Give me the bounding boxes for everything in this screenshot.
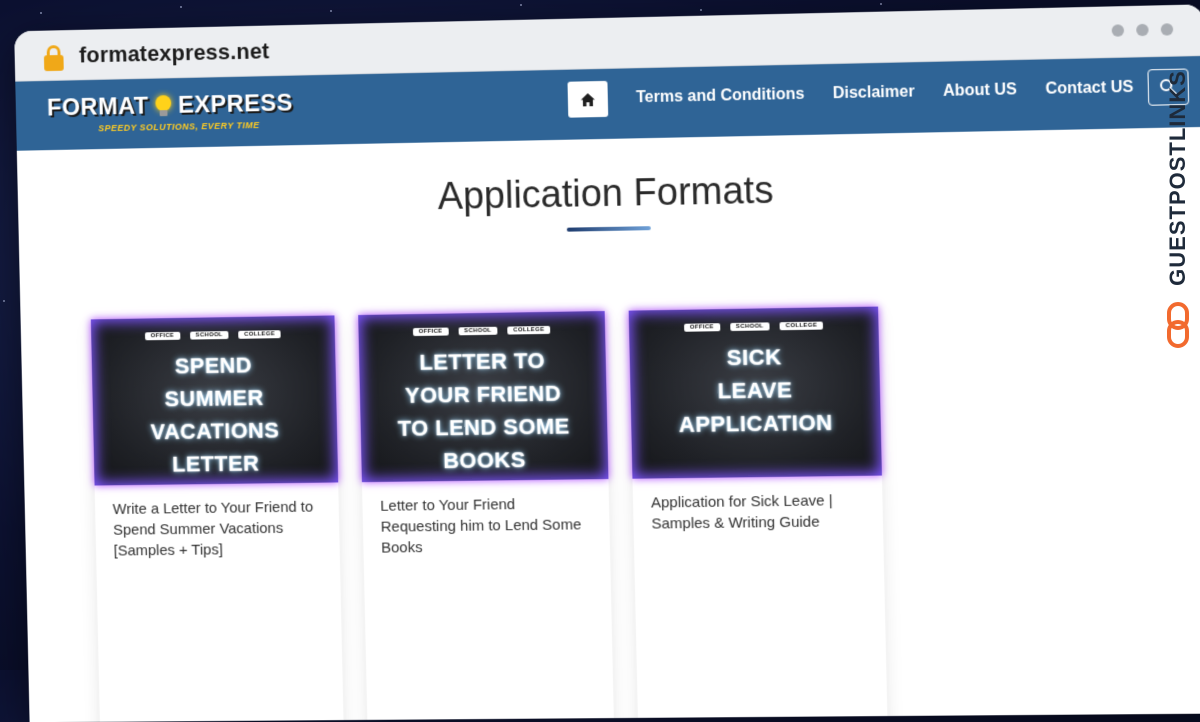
thumbnail-tags: OFFICE SCHOOL COLLEGE — [91, 329, 335, 341]
post-card[interactable]: OFFICE SCHOOL COLLEGE LETTER TO YOUR FRI… — [358, 311, 615, 722]
tag-college: COLLEGE — [779, 321, 824, 331]
thumbnail-tags: OFFICE SCHOOL COLLEGE — [358, 325, 605, 337]
nav-contact-us[interactable]: Contact US — [1045, 79, 1133, 99]
tag-office: OFFICE — [683, 323, 720, 332]
home-icon — [581, 92, 596, 106]
lock-icon — [43, 45, 64, 72]
post-thumbnail[interactable]: OFFICE SCHOOL COLLEGE LETTER TO YOUR FRI… — [358, 311, 609, 483]
window-dot[interactable] — [1111, 24, 1125, 37]
logo-name-left: FORMAT — [46, 92, 149, 122]
browser-window: formatexpress.net FORMAT EXPRESS SPEEDY … — [14, 4, 1200, 722]
link-chain-icon — [1167, 302, 1189, 348]
tag-office: OFFICE — [412, 327, 449, 337]
watermark: GUESTPOSTLINKS — [1156, 50, 1200, 360]
post-title[interactable]: Letter to Your Friend Requesting him to … — [362, 479, 611, 573]
tag-school: SCHOOL — [458, 326, 498, 336]
thumbnail-tags: OFFICE SCHOOL COLLEGE — [629, 321, 879, 333]
tag-college: COLLEGE — [507, 325, 551, 335]
thumbnail-title: SICK LEAVE APPLICATION — [678, 344, 833, 438]
thumbnail-title: SPEND SUMMER VACATIONS LETTER — [150, 352, 280, 477]
title-underline — [566, 226, 651, 232]
post-thumbnail[interactable]: OFFICE SCHOOL COLLEGE SPEND SUMMER VACAT… — [90, 315, 339, 486]
window-dot[interactable] — [1160, 23, 1174, 36]
lightbulb-icon — [154, 95, 172, 117]
post-card[interactable]: OFFICE SCHOOL COLLEGE SICK LEAVE APPLICA… — [628, 306, 888, 722]
watermark-text: GUESTPOSTLINKS — [1165, 70, 1190, 286]
thumbnail-title: LETTER TO YOUR FRIEND TO LEND SOME BOOKS — [397, 347, 571, 474]
logo-tagline: SPEEDY SOLUTIONS, EVERY TIME — [98, 120, 260, 134]
tag-school: SCHOOL — [729, 322, 770, 332]
logo-name-right: EXPRESS — [177, 89, 294, 119]
site-logo[interactable]: FORMAT EXPRESS SPEEDY SOLUTIONS, EVERY T… — [47, 90, 294, 135]
nav-disclaimer[interactable]: Disclaimer — [833, 83, 915, 103]
tag-office: OFFICE — [144, 331, 181, 341]
page-title: Application Formats — [437, 169, 774, 219]
page-content: Application Formats OFFICE SCHOOL COLLEG… — [16, 126, 1200, 722]
window-controls — [1111, 23, 1174, 37]
home-button[interactable] — [567, 80, 609, 118]
post-title[interactable]: Application for Sick Leave | Samples & W… — [632, 476, 883, 549]
tag-college: COLLEGE — [238, 330, 281, 339]
tag-school: SCHOOL — [189, 331, 229, 340]
url-text[interactable]: formatexpress.net — [79, 38, 270, 68]
post-thumbnail[interactable]: OFFICE SCHOOL COLLEGE SICK LEAVE APPLICA… — [628, 306, 882, 479]
post-title[interactable]: Write a Letter to Your Friend to Spend S… — [95, 482, 341, 575]
main-menu: Terms and Conditions Disclaimer About US… — [567, 70, 1134, 118]
post-card[interactable]: OFFICE SCHOOL COLLEGE SPEND SUMMER VACAT… — [90, 315, 344, 722]
nav-terms-and-conditions[interactable]: Terms and Conditions — [636, 86, 805, 108]
window-dot[interactable] — [1136, 23, 1149, 37]
nav-about-us[interactable]: About US — [943, 81, 1017, 101]
